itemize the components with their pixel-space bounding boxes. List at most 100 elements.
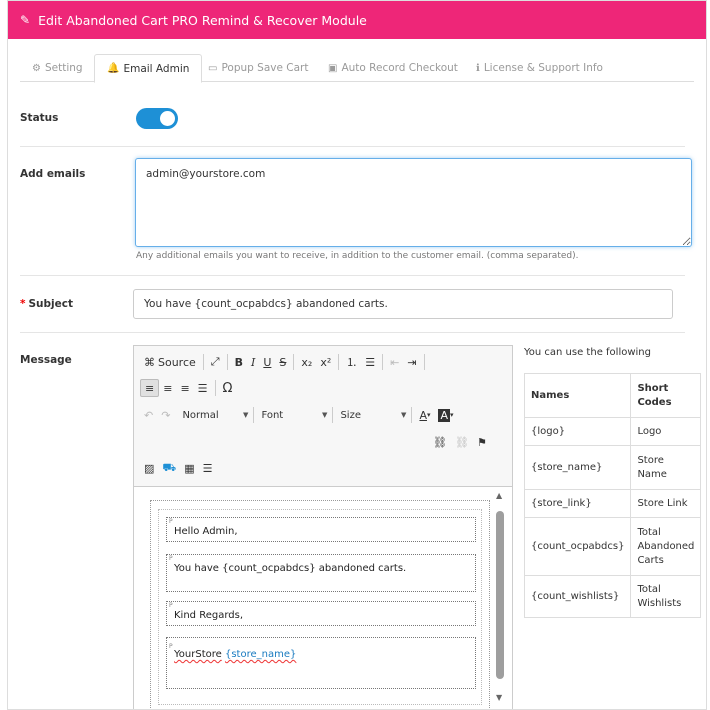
numbered-list-button[interactable]: ⒈ [342, 353, 361, 371]
shortcode-desc: Total Wishlists [630, 575, 702, 618]
unlink-button[interactable]: ⛓ [451, 433, 473, 451]
shortcode-name: {count_ocpabdcs} [523, 517, 632, 576]
divider [20, 275, 685, 276]
image-button[interactable]: ▨ [140, 459, 158, 477]
paragraph[interactable]: P Kind Regards, [166, 601, 476, 626]
header-names: Names [523, 373, 632, 418]
undo-button[interactable]: ↶ [140, 406, 157, 424]
tab-bar: ⚙ Setting 🔔 Email Admin ▭ Popup Save Car… [20, 54, 694, 83]
subject-input[interactable] [133, 289, 673, 319]
toolbar-separator [253, 407, 255, 423]
panel-header: ✎ Edit Abandoned Cart PRO Remind & Recov… [8, 1, 706, 39]
align-justify-button[interactable]: ☰ [194, 379, 212, 397]
shortcode-desc: Store Name [630, 445, 702, 490]
paragraph[interactable]: P YourStore {store_name} [166, 637, 476, 689]
caret-down-icon: ▾ [450, 411, 454, 419]
paragraph-marker: P [169, 602, 173, 609]
align-left-button[interactable]: ≡ [140, 379, 160, 397]
editor-content[interactable]: P Hello Admin, P You have {count_ocpabdc… [134, 486, 512, 709]
tab-popup-save-cart[interactable]: ▭ Popup Save Cart [196, 54, 320, 82]
bg-color-icon: A [438, 408, 451, 422]
outdent-button[interactable]: ⇤ [386, 353, 403, 371]
align-left-icon: ≡ [145, 381, 155, 395]
strike-button[interactable]: S [275, 353, 290, 371]
toolbar-separator [214, 380, 216, 396]
redo-button[interactable]: ↷ [157, 406, 174, 424]
toolbar-separator [423, 354, 425, 370]
paragraph[interactable]: P You have {count_ocpabdcs} abandoned ca… [166, 554, 476, 592]
shortcode-name: {count_wishlists} [523, 575, 632, 618]
toolbar-separator [293, 354, 295, 370]
scroll-up-icon[interactable]: ▲ [496, 491, 502, 500]
outdent-icon: ⇤ [390, 355, 400, 369]
bulleted-list-icon: ☰ [365, 355, 376, 369]
link-button[interactable]: ⛓ [429, 433, 451, 451]
special-char-button[interactable]: Ω [219, 379, 237, 397]
pencil-icon: ✎ [20, 13, 31, 27]
info-icon: ℹ [476, 62, 480, 74]
italic-button[interactable]: I [247, 353, 259, 371]
paragraph-text: You have {count_ocpabdcs} abandoned cart… [174, 563, 407, 574]
indent-icon: ⇥ [407, 355, 417, 369]
monitor-icon: ▭ [208, 62, 218, 74]
paragraph-marker: P [169, 518, 173, 525]
subject-label: * Subject [20, 298, 74, 310]
bg-color-button[interactable]: A ▾ [434, 406, 457, 424]
toolbar-row-4: ⛓ ⛓ ⚑ [429, 433, 491, 451]
shortcodes-intro: You can use the following [524, 347, 651, 358]
indent-button[interactable]: ⇥ [403, 353, 420, 371]
toolbar-separator [382, 354, 384, 370]
status-toggle[interactable] [136, 108, 178, 129]
flag-icon: ⚑ [476, 435, 487, 449]
tab-setting[interactable]: ⚙ Setting [20, 54, 95, 82]
editor-scrollbar[interactable]: ▲ ▼ [493, 487, 508, 709]
superscript-button[interactable]: x² [316, 353, 335, 371]
size-select[interactable]: Size ▼ [336, 406, 408, 424]
table-button[interactable]: ▦ [180, 459, 198, 477]
paragraph-text: YourStore [174, 649, 222, 660]
table-row: {count_ocpabdcs} Total Abandoned Carts [523, 517, 702, 576]
table-row: {count_wishlists} Total Wishlists [523, 575, 702, 618]
store-name-link[interactable]: {store_name} [225, 646, 296, 663]
tab-email-admin[interactable]: 🔔 Email Admin [94, 54, 203, 83]
maximize-icon: ⤢ [210, 355, 220, 368]
scroll-down-icon[interactable]: ▼ [496, 693, 502, 702]
rich-text-editor: ⌘ Source ⤢ B I U S x₂ x² ⒈ ☰ ⇤ ⇥ ≡ ≡ ≡ ☰ … [133, 345, 513, 709]
tab-auto-record-checkout[interactable]: ▣ Auto Record Checkout [316, 54, 470, 82]
scroll-thumb[interactable] [496, 511, 504, 679]
shortcode-desc: Logo [630, 417, 702, 446]
shortcode-name: {store_name} [523, 445, 632, 490]
shortcode-desc: Store Link [630, 489, 702, 518]
text-color-button[interactable]: A ▾ [415, 406, 434, 424]
tab-license-support[interactable]: ℹ License & Support Info [464, 54, 615, 82]
format-select[interactable]: Normal ▼ [178, 406, 250, 424]
toolbar-row-2: ≡ ≡ ≡ ☰ Ω [140, 379, 236, 397]
paragraph[interactable]: P Hello Admin, [166, 517, 476, 542]
unlink-icon: ⛓ [454, 435, 469, 449]
emails-help-text: Any additional emails you want to receiv… [136, 251, 579, 261]
font-select[interactable]: Font ▼ [257, 406, 329, 424]
bell-icon: 🔔 [107, 63, 120, 74]
required-mark: * [20, 298, 26, 310]
anchor-button[interactable]: ⚑ [473, 433, 491, 451]
source-button[interactable]: ⌘ Source [140, 353, 200, 371]
paragraph-marker: P [169, 555, 173, 562]
align-right-button[interactable]: ≡ [176, 379, 193, 397]
horizontal-rule-button[interactable]: ☰ [199, 459, 217, 477]
bold-button[interactable]: B [231, 353, 247, 371]
superscript-icon: x² [320, 355, 332, 369]
toolbar-row-3: ↶ ↷ Normal ▼ Font ▼ Size ▼ A ▾ A ▾ [140, 406, 458, 424]
paragraph-marker: P [169, 643, 173, 650]
message-label: Message [20, 354, 72, 366]
table-row: {store_name} Store Name [523, 445, 702, 490]
toolbar-separator [338, 354, 340, 370]
add-emails-textarea[interactable]: admin@yourstore.com [135, 158, 692, 247]
shortcode-button[interactable]: ⛟ [158, 459, 180, 477]
maximize-button[interactable]: ⤢ [207, 353, 224, 371]
bulleted-list-button[interactable]: ☰ [361, 353, 379, 371]
align-center-button[interactable]: ≡ [159, 379, 176, 397]
subscript-button[interactable]: x₂ [297, 353, 316, 371]
shortcode-desc: Total Abandoned Carts [630, 517, 702, 576]
underline-button[interactable]: U [259, 353, 275, 371]
italic-icon: I [250, 355, 256, 369]
